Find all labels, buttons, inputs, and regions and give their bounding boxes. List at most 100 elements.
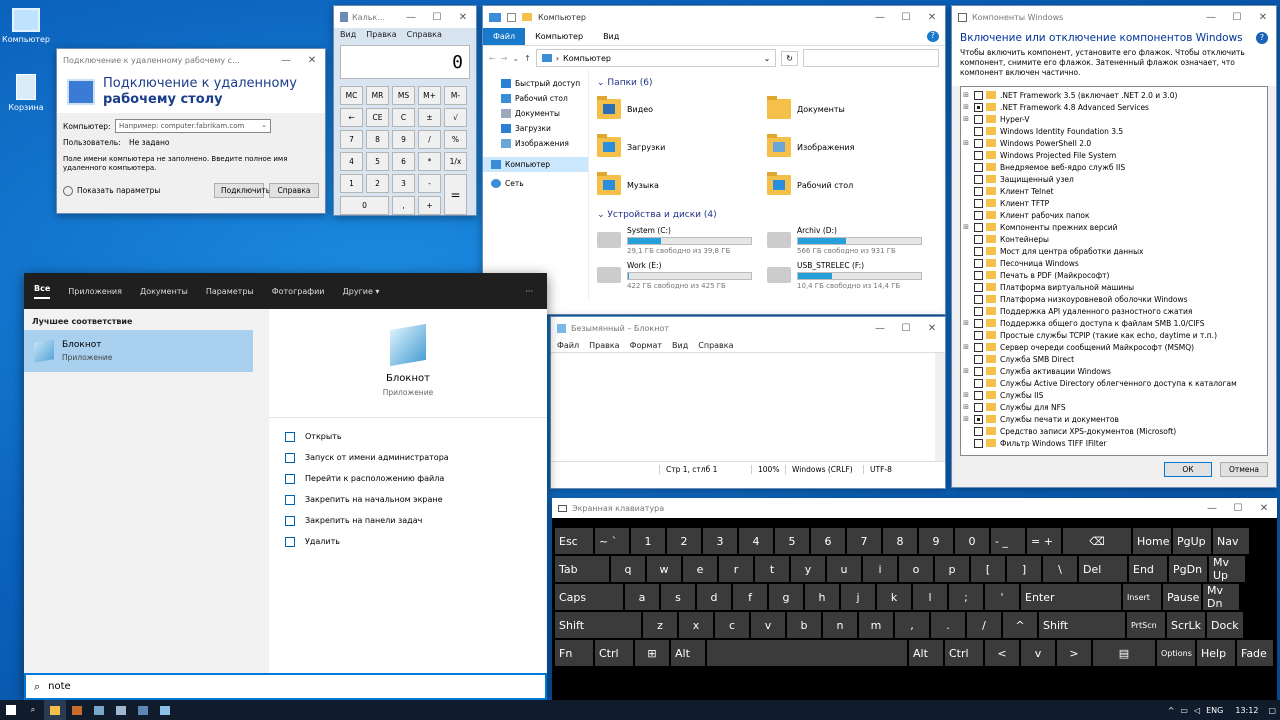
osk-key[interactable]: v (1021, 640, 1055, 666)
expand-icon[interactable]: ⊞ (961, 367, 971, 375)
calc-key[interactable]: , (392, 196, 415, 215)
feature-item[interactable]: ⊞ Служба активации Windows (961, 365, 1267, 377)
calc-key[interactable]: √ (444, 108, 467, 127)
osk-key[interactable]: ' (985, 584, 1019, 610)
expand-icon[interactable]: ⊞ (961, 391, 971, 399)
nav-item-desktop[interactable]: Рабочий стол (483, 91, 588, 106)
feature-item[interactable]: Клиент TFTP (961, 197, 1267, 209)
taskbar-app-4[interactable] (110, 700, 132, 720)
expand-icon[interactable]: ⊞ (961, 319, 971, 327)
folder-item[interactable]: Видео (597, 94, 767, 124)
osk-key[interactable]: 0 (955, 528, 989, 554)
best-match-item[interactable]: Блокнот Приложение (24, 330, 253, 372)
feature-checkbox[interactable] (974, 366, 983, 376)
notepad-text-area[interactable] (551, 352, 945, 462)
minimize-icon[interactable]: — (398, 12, 424, 23)
notifications-icon[interactable]: ▢ (1268, 706, 1276, 715)
feature-checkbox[interactable] (974, 426, 983, 436)
feature-checkbox[interactable] (974, 282, 983, 292)
close-icon[interactable]: ✕ (299, 55, 325, 66)
osk-key[interactable]: m (859, 612, 893, 638)
osk-key[interactable]: Dock (1207, 612, 1243, 638)
osk-key[interactable]: \ (1043, 556, 1077, 582)
calc-key[interactable]: 5 (366, 152, 389, 171)
action-item[interactable]: Закрепить на панели задач (269, 510, 547, 531)
ribbon-tab-computer[interactable]: Компьютер (525, 28, 593, 45)
expand-icon[interactable]: ⊞ (961, 139, 971, 147)
calc-key[interactable]: 0 (340, 196, 389, 215)
osk-key[interactable]: ScrLk (1167, 612, 1205, 638)
expand-icon[interactable]: ⊞ (961, 343, 971, 351)
connect-button[interactable]: Подключить (214, 183, 270, 198)
feature-checkbox[interactable] (974, 174, 983, 184)
calc-key[interactable]: 1 (340, 174, 363, 193)
ribbon-tab-file[interactable]: Файл (483, 28, 526, 45)
osk-key[interactable]: q (611, 556, 645, 582)
osk-key[interactable]: ^ (1003, 612, 1037, 638)
drives-group-header[interactable]: ⌄ Устройства и диски (4) (597, 210, 937, 220)
feature-checkbox[interactable] (974, 126, 983, 136)
feature-item[interactable]: ⊞ Hyper-V (961, 113, 1267, 125)
osk-key[interactable]: i (863, 556, 897, 582)
feature-checkbox[interactable] (974, 186, 983, 196)
feature-checkbox[interactable] (974, 114, 983, 124)
feature-item[interactable]: ⊞ Службы IIS (961, 389, 1267, 401)
osk-key[interactable]: Mv Dn (1203, 584, 1239, 610)
calc-key[interactable]: 2 (366, 174, 389, 193)
osk-key[interactable]: ] (1007, 556, 1041, 582)
osk-key[interactable]: a (625, 584, 659, 610)
help-icon[interactable]: ? (1256, 32, 1268, 44)
osk-key[interactable]: d (697, 584, 731, 610)
expand-icon[interactable]: ⊞ (961, 223, 971, 231)
osk-key[interactable]: Alt (671, 640, 705, 666)
feature-checkbox[interactable] (974, 390, 983, 400)
address-bar[interactable]: › Компьютер ⌄ (535, 49, 777, 67)
feature-item[interactable]: ⊞ Windows PowerShell 2.0 (961, 137, 1267, 149)
taskbar-search-button[interactable]: ⌕ (22, 700, 44, 720)
calc-key[interactable]: M+ (418, 86, 441, 105)
osk-key[interactable]: Shift (1039, 612, 1125, 638)
calc-key[interactable]: MR (366, 86, 389, 105)
osk-key[interactable]: k (877, 584, 911, 610)
osk-key[interactable]: l (913, 584, 947, 610)
nav-item-network[interactable]: Сеть (483, 176, 588, 191)
feature-item[interactable]: ⊞ Службы для NFS (961, 401, 1267, 413)
calc-key[interactable]: % (444, 130, 467, 149)
tab-all[interactable]: Все (34, 284, 51, 299)
osk-key[interactable]: z (643, 612, 677, 638)
feature-item[interactable]: Служба SMB Direct (961, 353, 1267, 365)
osk-key[interactable]: Tab (555, 556, 609, 582)
chevron-down-icon[interactable]: ⌄ (512, 54, 519, 63)
calc-key[interactable]: C (392, 108, 415, 127)
osk-key[interactable]: Alt (909, 640, 943, 666)
feature-item[interactable]: Платформа низкоуровневой оболочки Window… (961, 293, 1267, 305)
minimize-icon[interactable]: — (1199, 503, 1225, 514)
osk-key[interactable]: Ctrl (945, 640, 983, 666)
osk-key[interactable]: , (895, 612, 929, 638)
osk-key[interactable]: Caps (555, 584, 623, 610)
drive-item[interactable]: System (C:) 29,1 ГБ свободно из 39,8 ГБ (597, 226, 767, 255)
osk-key[interactable]: Enter (1021, 584, 1121, 610)
calc-key[interactable]: CE (366, 108, 389, 127)
feature-item[interactable]: Платформа виртуальной машины (961, 281, 1267, 293)
osk-key[interactable]: - _ (991, 528, 1025, 554)
feature-checkbox[interactable] (974, 330, 983, 340)
taskbar-app-5[interactable] (132, 700, 154, 720)
osk-key[interactable]: u (827, 556, 861, 582)
close-icon[interactable]: ✕ (919, 12, 945, 23)
close-icon[interactable]: ✕ (1250, 12, 1276, 23)
osk-key[interactable]: . (931, 612, 965, 638)
nav-item-pictures[interactable]: Изображения (483, 136, 588, 151)
drive-item[interactable]: Work (E:) 422 ГБ свободно из 425 ГБ (597, 261, 767, 290)
osk-key[interactable]: Home (1133, 528, 1171, 554)
search-input[interactable]: note (48, 681, 71, 692)
osk-key[interactable]: n (823, 612, 857, 638)
expand-icon[interactable]: ⊞ (961, 91, 971, 99)
osk-key[interactable]: End (1129, 556, 1167, 582)
tab-photos[interactable]: Фотографии (272, 287, 325, 296)
calc-key[interactable]: 9 (392, 130, 415, 149)
minimize-icon[interactable]: — (273, 55, 299, 66)
osk-key[interactable]: Mv Up (1209, 556, 1245, 582)
tab-more[interactable]: Другие ▾ (343, 287, 380, 296)
feature-item[interactable]: Windows Projected File System (961, 149, 1267, 161)
